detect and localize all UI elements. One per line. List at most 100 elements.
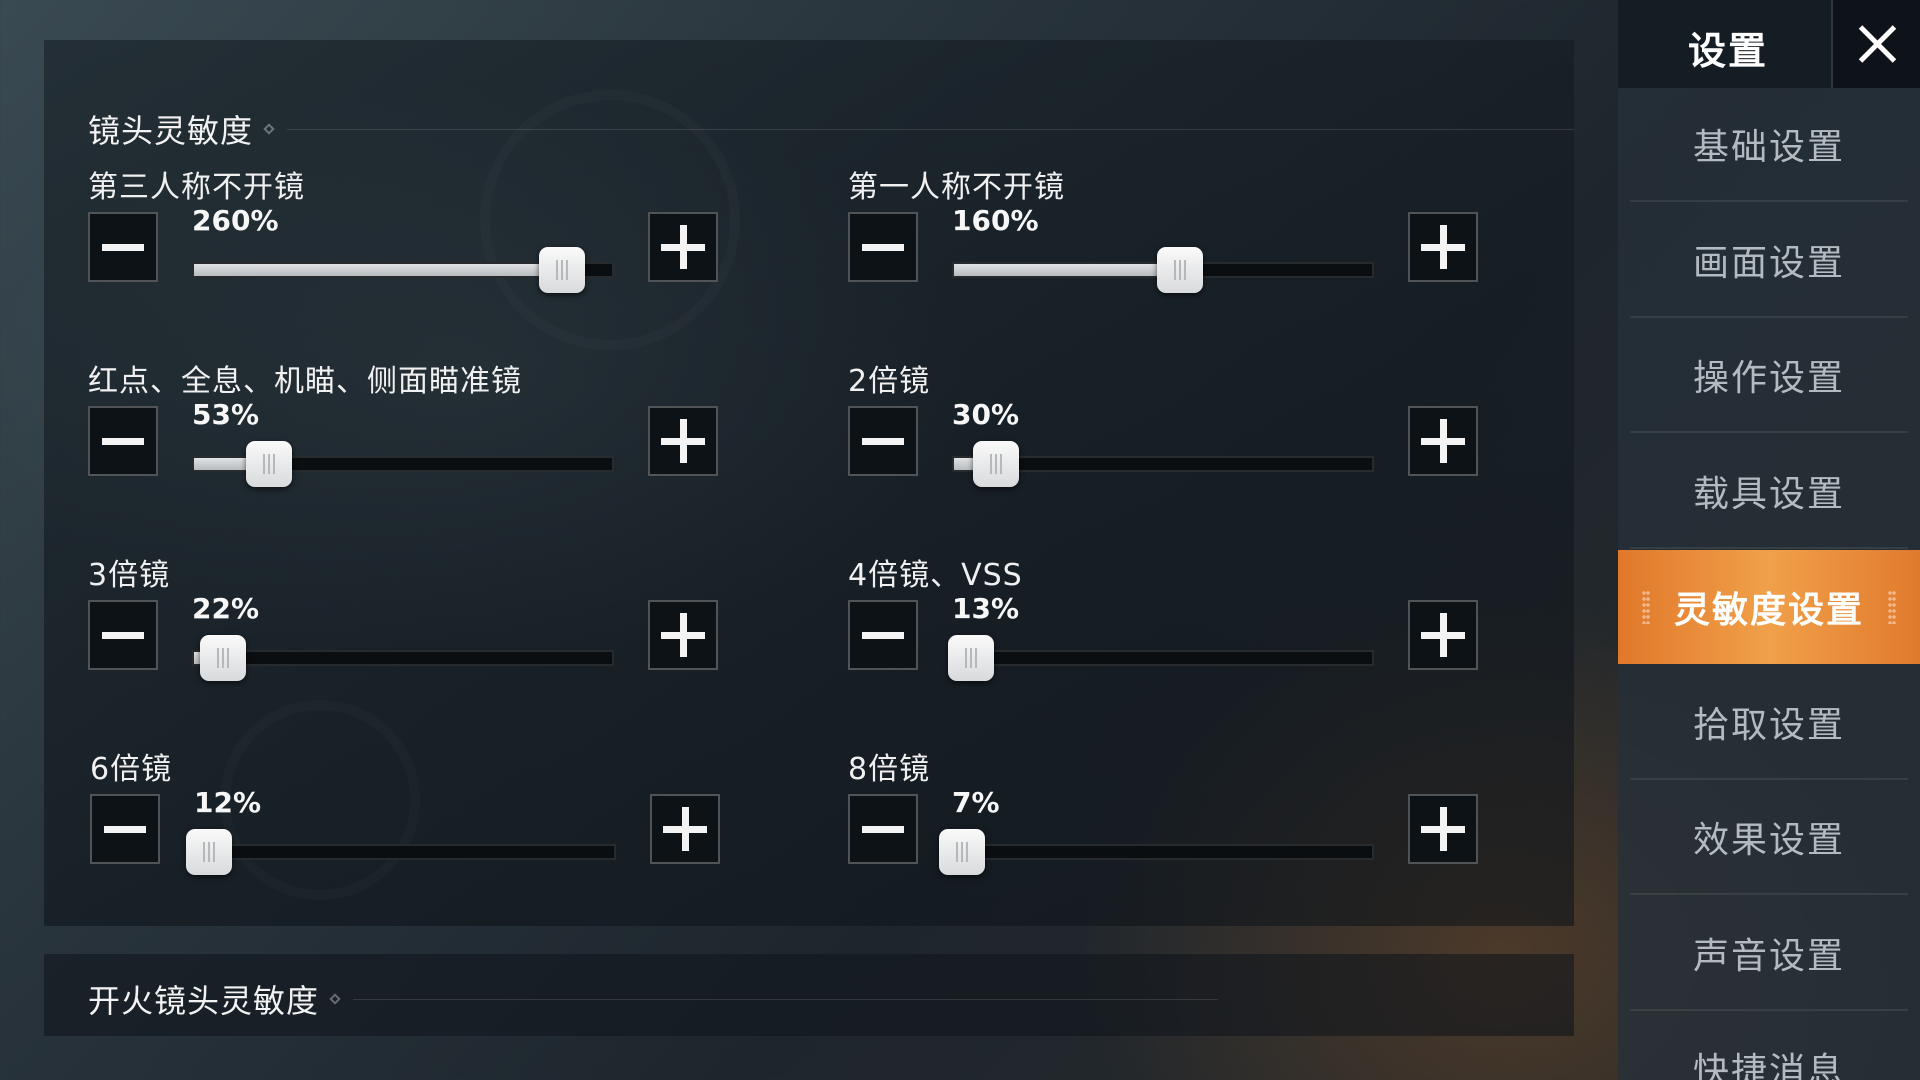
slider-fill (954, 264, 1180, 276)
section-title: 开火镜头灵敏度 (88, 982, 320, 1020)
minus-icon (862, 825, 904, 833)
slider-thumb[interactable] (947, 635, 994, 681)
setting-value: 7% (952, 786, 1000, 819)
minus-icon (102, 243, 144, 251)
sidebar-header: 设置 (1618, 0, 1920, 88)
slider-track[interactable] (939, 829, 1374, 875)
sidebar-item-label: 灵敏度设置 (1673, 590, 1864, 631)
sidebar-item-graphics[interactable]: 画面设置 (1630, 204, 1908, 318)
increase-button[interactable] (1408, 406, 1478, 476)
slider-track[interactable] (185, 829, 616, 875)
sidebar-item-label: 快捷消息 (1692, 1051, 1845, 1080)
setting-label: 6倍镜 (90, 752, 173, 787)
setting-8x-scope: 8倍镜 7% (848, 744, 1488, 904)
sidebar-item-audio[interactable]: 声音设置 (1630, 897, 1908, 1011)
decrease-button[interactable] (848, 600, 918, 670)
slider-thumb[interactable] (972, 441, 1019, 487)
sidebar-item-label: 声音设置 (1692, 935, 1845, 977)
decrease-button[interactable] (848, 212, 918, 282)
minus-icon (862, 631, 904, 639)
setting-value: 30% (952, 398, 1020, 431)
sidebar-item-label: 操作设置 (1692, 358, 1845, 399)
setting-value: 260% (192, 204, 279, 237)
slider-thumb[interactable] (185, 829, 232, 875)
slider-thumb[interactable] (538, 247, 585, 293)
slider-fill (194, 264, 562, 276)
slider-thumb[interactable] (200, 635, 247, 681)
sidebar-item-pickup[interactable]: 拾取设置 (1630, 666, 1908, 780)
decrease-button[interactable] (88, 600, 158, 670)
section-header: 镜头灵敏度 (88, 106, 1574, 152)
sidebar-item-basic[interactable]: 基础设置 (1630, 88, 1908, 202)
close-icon (1857, 24, 1897, 64)
increase-button[interactable] (1408, 212, 1478, 282)
slider-thumb[interactable] (246, 441, 293, 487)
plus-icon (1421, 225, 1465, 269)
minus-icon (102, 437, 144, 445)
diamond-icon (329, 993, 341, 1005)
plus-icon (1421, 613, 1465, 657)
plus-icon (661, 613, 705, 657)
setting-value: 53% (192, 398, 260, 431)
divider (353, 998, 1218, 1000)
setting-3x-scope: 3倍镜 22% (88, 550, 728, 710)
divider (287, 128, 1574, 130)
setting-4x-scope: 4倍镜、VSS 13% (848, 550, 1488, 710)
setting-label: 红点、全息、机瞄、侧面瞄准镜 (88, 364, 522, 399)
minus-icon (104, 825, 146, 833)
sidebar-item-label: 拾取设置 (1692, 704, 1845, 746)
minus-icon (862, 243, 904, 251)
setting-red-dot: 红点、全息、机瞄、侧面瞄准镜 53% (88, 356, 728, 516)
sidebar-item-controls[interactable]: 操作设置 (1630, 319, 1908, 433)
section-title: 镜头灵敏度 (88, 112, 254, 150)
increase-button[interactable] (1408, 600, 1478, 670)
setting-label: 4倍镜、VSS (848, 558, 1023, 593)
settings-sidebar: 设置 基础设置画面设置操作设置载具设置灵敏度设置拾取设置效果设置声音设置快捷消息 (1618, 0, 1920, 1080)
slider-track[interactable] (192, 247, 614, 293)
slider-track[interactable] (952, 247, 1374, 293)
slider-track[interactable] (947, 635, 1374, 681)
increase-button[interactable] (1408, 794, 1478, 864)
decrease-button[interactable] (848, 406, 918, 476)
decrease-button[interactable] (88, 212, 158, 282)
setting-third-person: 第三人称不开镜 260% (88, 162, 728, 322)
plus-icon (661, 225, 705, 269)
setting-2x-scope: 2倍镜 30% (848, 356, 1488, 516)
increase-button[interactable] (648, 600, 718, 670)
setting-6x-scope: 6倍镜 12% (90, 744, 730, 904)
setting-first-person: 第一人称不开镜 160% (848, 162, 1488, 322)
sidebar-item-sensitivity[interactable]: 灵敏度设置 (1618, 550, 1920, 664)
increase-button[interactable] (648, 406, 718, 476)
decrease-button[interactable] (88, 406, 158, 476)
increase-button[interactable] (650, 794, 720, 864)
plus-icon (663, 807, 707, 851)
grip-icon (1642, 590, 1650, 624)
slider-track[interactable] (952, 441, 1374, 487)
setting-value: 13% (952, 592, 1020, 625)
sidebar-item-effects[interactable]: 效果设置 (1630, 781, 1908, 895)
sidebar-item-label: 载具设置 (1692, 473, 1845, 515)
increase-button[interactable] (648, 212, 718, 282)
sidebar-item-quick-chat[interactable]: 快捷消息 (1630, 1012, 1908, 1080)
close-button[interactable] (1831, 0, 1920, 88)
diamond-icon (263, 123, 275, 135)
slider-track[interactable] (192, 635, 614, 681)
setting-label: 第一人称不开镜 (848, 170, 1065, 205)
plus-icon (1421, 419, 1465, 463)
sidebar-item-label: 效果设置 (1692, 820, 1845, 861)
slider-thumb[interactable] (1156, 247, 1203, 293)
decrease-button[interactable] (848, 794, 918, 864)
plus-icon (1421, 807, 1465, 851)
minus-icon (862, 437, 904, 445)
setting-label: 3倍镜 (88, 558, 171, 593)
setting-label: 8倍镜 (848, 752, 931, 787)
setting-value: 160% (952, 204, 1039, 237)
grip-icon (1888, 590, 1896, 624)
setting-label: 2倍镜 (848, 364, 931, 399)
slider-track[interactable] (192, 441, 614, 487)
sidebar-item-label: 基础设置 (1692, 127, 1845, 168)
fire-sensitivity-section[interactable]: 开火镜头灵敏度 (44, 954, 1574, 1036)
sidebar-item-vehicle[interactable]: 载具设置 (1630, 435, 1908, 549)
decrease-button[interactable] (90, 794, 160, 864)
slider-thumb[interactable] (939, 829, 986, 875)
